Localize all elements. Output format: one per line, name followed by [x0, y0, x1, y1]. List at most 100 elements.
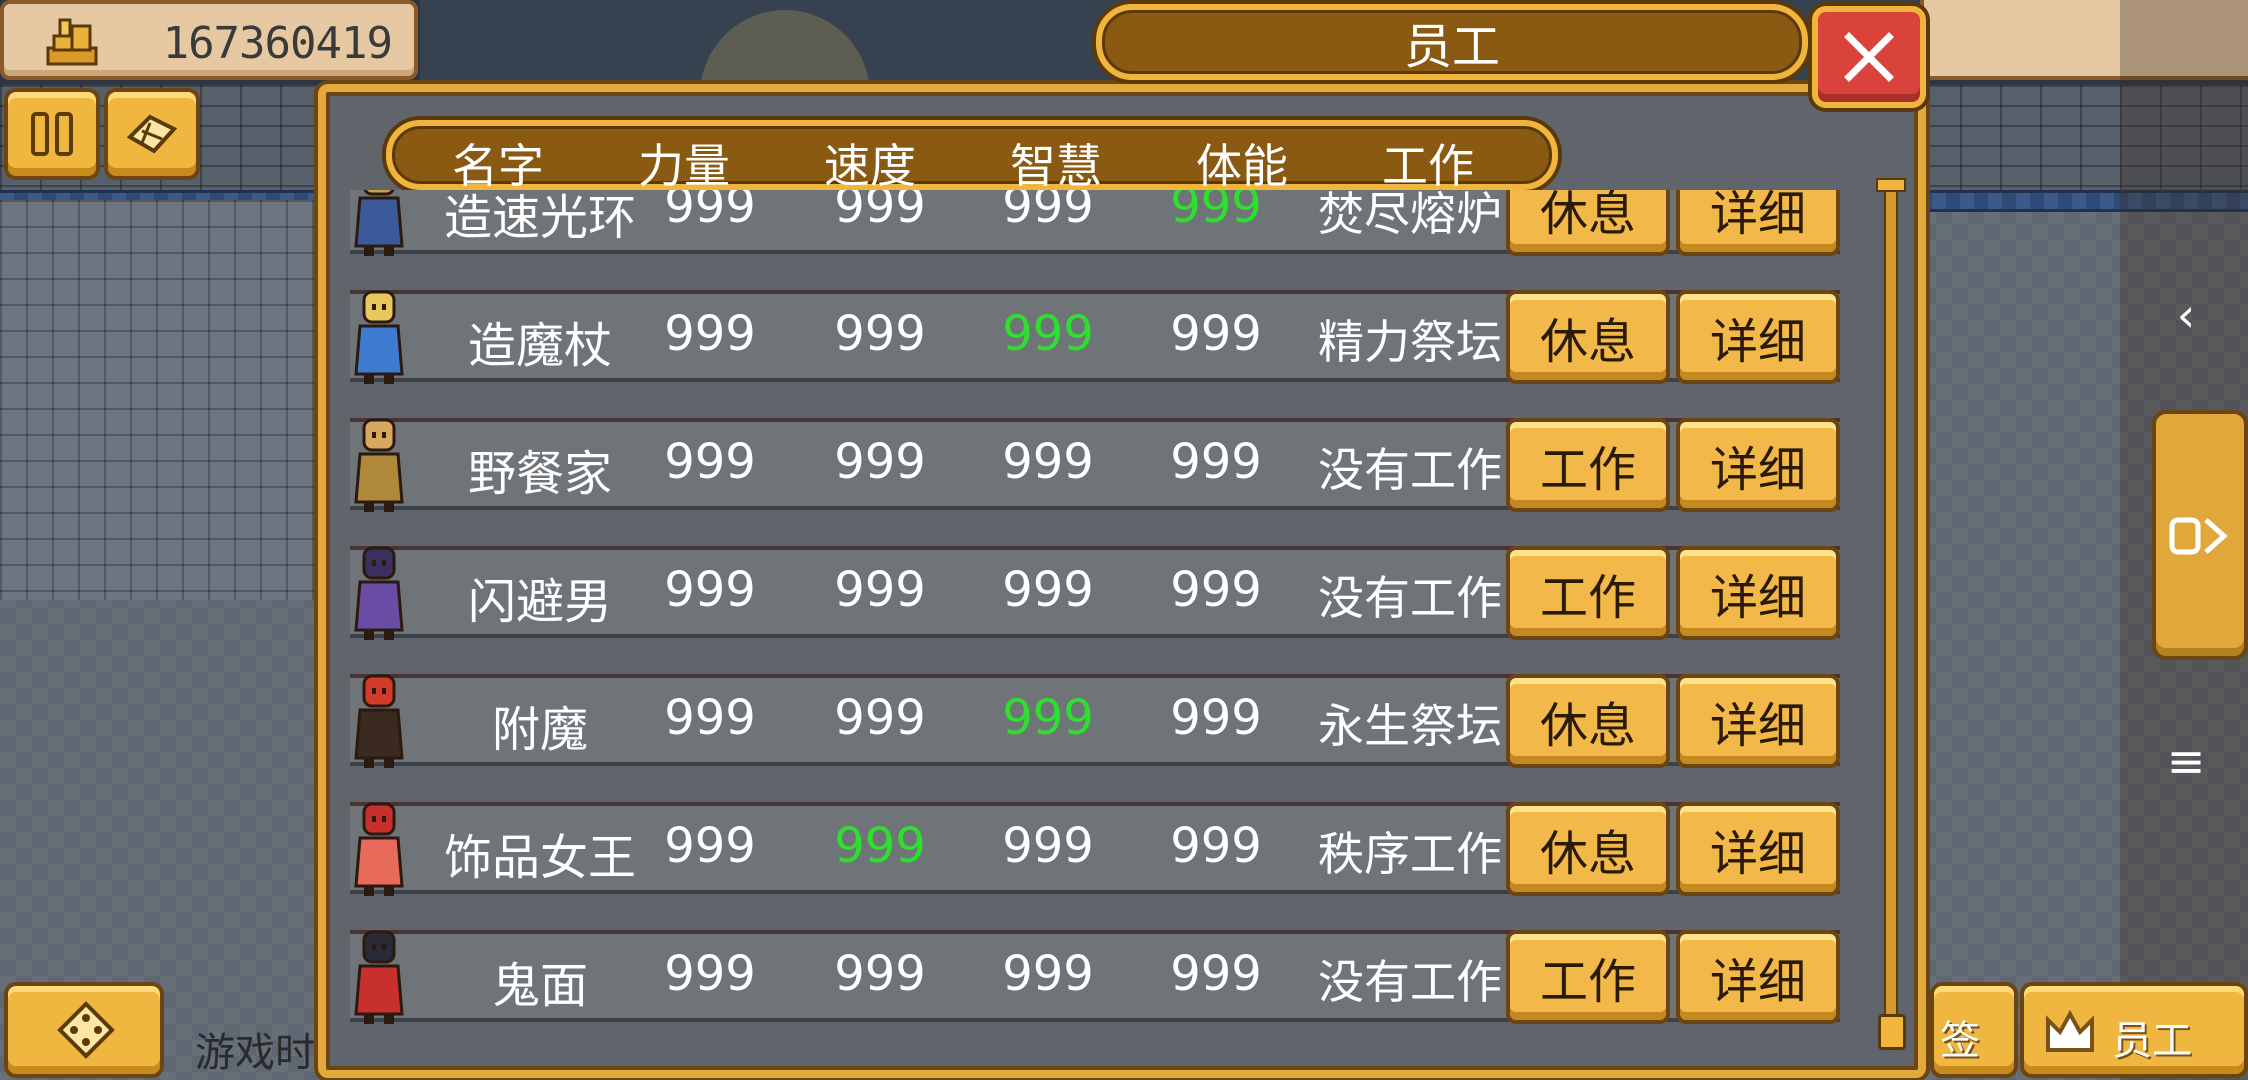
money-value: 167360419 [162, 18, 393, 69]
staff-name: 野餐家 [467, 446, 612, 502]
stat-wisdom: 999 [1002, 818, 1094, 874]
stat-wisdom: 999 [1002, 562, 1094, 618]
stat-strength: 999 [664, 190, 756, 234]
staff-name: 饰品女王 [443, 830, 636, 886]
scrollbar-thumb[interactable] [1878, 1014, 1906, 1050]
close-icon [1844, 32, 1894, 82]
stat-strength: 999 [664, 946, 756, 1002]
detail-button[interactable]: 详细 [1676, 290, 1840, 384]
staff-job: 秩序工作 [1318, 827, 1502, 881]
hamburger-menu-icon[interactable]: ≡ [2156, 734, 2216, 788]
staff-job: 精力祭坛 [1318, 315, 1502, 369]
money-display: 167360419 [0, 0, 418, 80]
character-avatar-icon [354, 930, 404, 1024]
column-header-bar: 名字 力量 速度 智慧 体能 工作 [386, 120, 1558, 193]
pause-button[interactable] [4, 88, 100, 180]
detail-button[interactable]: 详细 [1676, 418, 1840, 512]
staff-row: 闪避男 999 999 999 999 没有工作 工作 详细 [350, 526, 1850, 654]
stat-wisdom: 999 [1002, 946, 1094, 1002]
stat-strength: 999 [664, 306, 756, 362]
scrollbar-track[interactable] [1884, 180, 1898, 1050]
action-button[interactable]: 休息 [1506, 802, 1670, 896]
scrollbar-top-cap [1876, 178, 1906, 192]
action-button[interactable]: 工作 [1506, 418, 1670, 512]
dice-icon [57, 1001, 115, 1059]
column-header-job: 工作 [1382, 139, 1474, 193]
detail-button[interactable]: 详细 [1676, 674, 1840, 768]
stat-wisdom: 999 [1002, 190, 1094, 234]
staff-job: 没有工作 [1318, 955, 1502, 1009]
detail-button[interactable]: 详细 [1676, 802, 1840, 896]
staff-name: 闪避男 [467, 574, 612, 630]
column-header-name: 名字 [452, 139, 544, 193]
stat-speed: 999 [834, 562, 926, 618]
column-header-speed: 速度 [824, 139, 916, 193]
staff-job: 没有工作 [1318, 443, 1502, 497]
stat-strength: 999 [664, 562, 756, 618]
stat-wisdom: 999 [1002, 690, 1094, 746]
stat-speed: 999 [834, 946, 926, 1002]
stat-strength: 999 [664, 434, 756, 490]
detail-button[interactable]: 详细 [1676, 190, 1840, 256]
staff-name: 造速光环 [443, 190, 636, 246]
stat-strength: 999 [664, 690, 756, 746]
staff-row: 野餐家 999 999 999 999 没有工作 工作 详细 [350, 398, 1850, 526]
staff-row: 附魔 999 999 999 999 永生祭坛 休息 详细 [350, 654, 1850, 782]
dialog-title: 员工 [1403, 19, 1500, 75]
staff-button-label: 员工 [2112, 1018, 2192, 1064]
background-partial-text: 游戏时 [195, 1030, 315, 1076]
action-button[interactable]: 工作 [1506, 546, 1670, 640]
stat-stamina: 999 [1170, 562, 1262, 618]
action-button[interactable]: 休息 [1506, 674, 1670, 768]
chevron-left-icon[interactable]: ‹ [2156, 288, 2216, 342]
staff-job: 没有工作 [1318, 571, 1502, 625]
staff-row: 饰品女王 999 999 999 999 秩序工作 休息 详细 [350, 782, 1850, 910]
stat-strength: 999 [664, 818, 756, 874]
staff-name: 鬼面 [491, 958, 588, 1014]
stat-speed: 999 [834, 190, 926, 234]
close-button[interactable] [1812, 6, 1926, 108]
staff-row: 造速光环 999 999 999 999 焚尽熔炉 休息 详细 [350, 190, 1850, 270]
action-button[interactable]: 休息 [1506, 190, 1670, 256]
stat-wisdom: 999 [1002, 434, 1094, 490]
staff-button[interactable]: 员工 [2020, 982, 2248, 1078]
dialog-title-bar: 员工 [1096, 4, 1808, 80]
stat-speed: 999 [834, 690, 926, 746]
side-tab-button[interactable] [2152, 410, 2248, 660]
stat-stamina: 999 [1170, 190, 1262, 234]
detail-button[interactable]: 详细 [1676, 930, 1840, 1024]
pause-icon [31, 112, 73, 156]
partial-bottom-button[interactable]: 签 [1930, 982, 2018, 1078]
staff-name: 造魔杖 [467, 318, 612, 374]
character-avatar-icon [354, 418, 404, 512]
dice-button[interactable] [4, 982, 164, 1078]
staff-list[interactable]: 造速光环 999 999 999 999 焚尽熔炉 休息 详细 造魔杖 999 999 999 999 精… [350, 190, 1850, 1050]
gold-bars-icon [46, 18, 98, 66]
column-header-wisdom: 智慧 [1010, 139, 1102, 193]
map-button[interactable] [104, 88, 200, 180]
action-button[interactable]: 休息 [1506, 290, 1670, 384]
stat-wisdom: 999 [1002, 306, 1094, 362]
stat-stamina: 999 [1170, 818, 1262, 874]
character-avatar-icon [354, 190, 404, 256]
character-avatar-icon [354, 290, 404, 384]
staff-job: 焚尽熔炉 [1318, 190, 1502, 241]
character-avatar-icon [354, 802, 404, 896]
staff-row: 鬼面 999 999 999 999 没有工作 工作 详细 [350, 910, 1850, 1038]
floor-grid [0, 200, 330, 600]
staff-row: 造魔杖 999 999 999 999 精力祭坛 休息 详细 [350, 270, 1850, 398]
side-toggle-icon [2169, 517, 2228, 555]
stat-stamina: 999 [1170, 434, 1262, 490]
column-header-stamina: 体能 [1196, 139, 1288, 193]
action-button[interactable]: 工作 [1506, 930, 1670, 1024]
character-avatar-icon [354, 546, 404, 640]
stat-stamina: 999 [1170, 690, 1262, 746]
stat-speed: 999 [834, 306, 926, 362]
character-avatar-icon [354, 674, 404, 768]
map-icon [126, 114, 178, 154]
staff-name: 附魔 [491, 702, 588, 758]
detail-button[interactable]: 详细 [1676, 546, 1840, 640]
column-header-strength: 力量 [638, 139, 730, 193]
stat-stamina: 999 [1170, 306, 1262, 362]
stat-speed: 999 [834, 434, 926, 490]
